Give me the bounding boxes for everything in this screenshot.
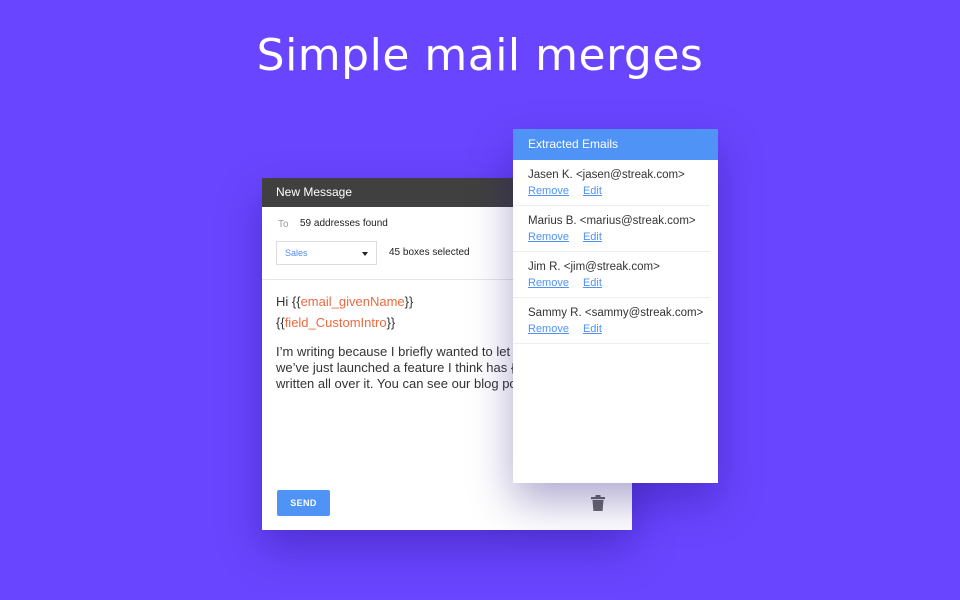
box-pipeline-select[interactable]: Sales xyxy=(276,241,377,265)
email-entry-name: Sammy R. <sammy@streak.com> xyxy=(528,307,704,319)
email-entry: Jasen K. <jasen@streak.com> Remove Edit xyxy=(513,160,710,206)
greeting-prefix: Hi {{ xyxy=(276,294,301,309)
intro-suffix: }} xyxy=(386,315,396,330)
send-button[interactable]: SEND xyxy=(277,490,330,516)
recipients-field[interactable]: 59 addresses found xyxy=(300,218,388,229)
merge-field-custom-intro: field_CustomIntro xyxy=(284,315,387,330)
email-entry-name: Jim R. <jim@streak.com> xyxy=(528,261,660,273)
edit-link[interactable]: Edit xyxy=(583,323,602,335)
boxes-selected-count: 45 boxes selected xyxy=(389,247,470,258)
to-label: To xyxy=(278,219,289,230)
message-paragraph: I’m writing because I briefly wanted to … xyxy=(276,344,517,392)
remove-link[interactable]: Remove xyxy=(528,277,569,289)
page-headline: Simple mail merges xyxy=(256,30,704,81)
edit-link[interactable]: Edit xyxy=(583,277,602,289)
email-entry: Sammy R. <sammy@streak.com> Remove Edit xyxy=(513,298,710,344)
greeting-suffix: }} xyxy=(404,294,414,309)
select-value: Sales xyxy=(285,248,308,258)
remove-link[interactable]: Remove xyxy=(528,231,569,243)
remove-link[interactable]: Remove xyxy=(528,185,569,197)
merge-field-given-name: email_givenName xyxy=(300,294,405,309)
edit-link[interactable]: Edit xyxy=(583,231,602,243)
email-entry: Jim R. <jim@streak.com> Remove Edit xyxy=(513,252,710,298)
email-entry-name: Marius B. <marius@streak.com> xyxy=(528,215,696,227)
extracted-emails-panel: Extracted Emails Jasen K. <jasen@streak.… xyxy=(513,129,718,483)
greeting-line: Hi {{email_givenName}} xyxy=(276,291,516,312)
paragraph-line: written all over it. You can see our blo… xyxy=(276,376,517,391)
trash-icon[interactable] xyxy=(591,495,605,511)
dropdown-caret-icon xyxy=(362,252,368,256)
remove-link[interactable]: Remove xyxy=(528,323,569,335)
paragraph-line: we’ve just launched a feature I think ha… xyxy=(276,360,516,375)
intro-prefix: {{ xyxy=(276,315,285,330)
edit-link[interactable]: Edit xyxy=(583,185,602,197)
intro-line: {{field_CustomIntro}} xyxy=(276,312,516,333)
message-body[interactable]: Hi {{email_givenName}} {{field_CustomInt… xyxy=(276,291,517,392)
paragraph-line: I’m writing because I briefly wanted to … xyxy=(276,344,511,359)
panel-title: Extracted Emails xyxy=(513,129,718,160)
email-entry: Marius B. <marius@streak.com> Remove Edit xyxy=(513,206,710,252)
email-entry-name: Jasen K. <jasen@streak.com> xyxy=(528,169,685,181)
